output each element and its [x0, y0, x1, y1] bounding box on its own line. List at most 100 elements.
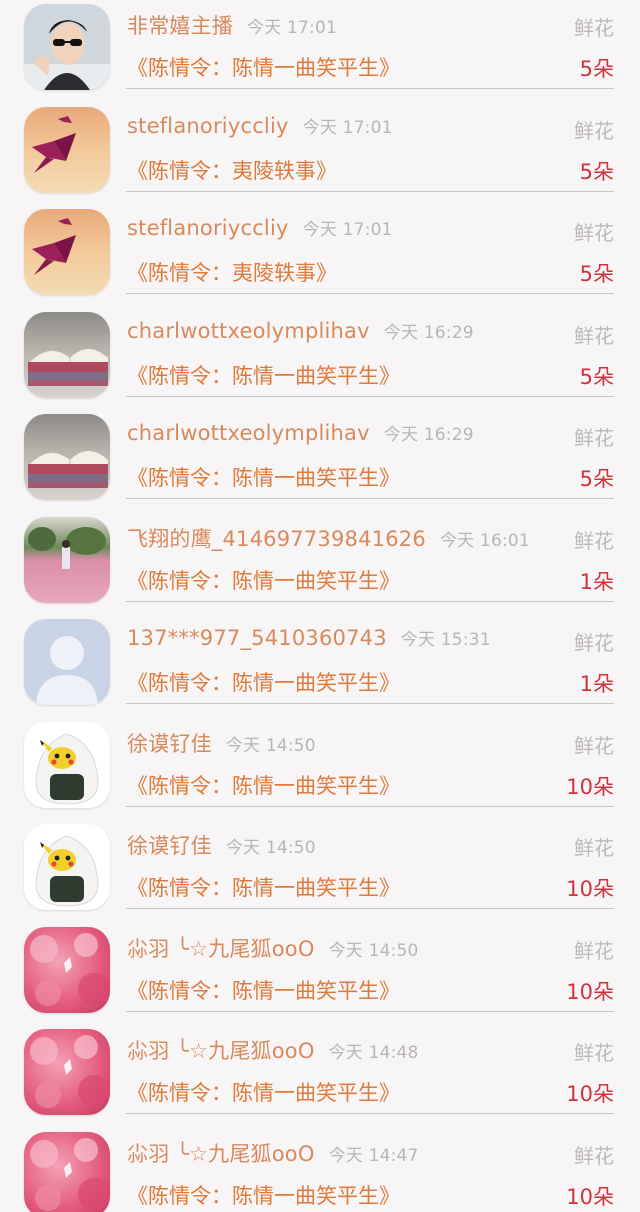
user-name-line: charlwottxeolymplihav 今天 16:29: [127, 318, 474, 343]
gift-count: 10朵: [566, 979, 614, 1004]
book-title-link[interactable]: 《陈情令：陈情一曲笑平生》: [127, 52, 400, 82]
user-avatar[interactable]: [24, 106, 110, 193]
gift-record-row[interactable]: steflanoriyccliy 今天 17:01 鲜花 《陈情令：夷陵轶事》 5…: [0, 205, 640, 307]
gift-time: 今天 16:29: [383, 425, 474, 445]
gift-type-label: 鲜花: [574, 1041, 614, 1065]
user-avatar[interactable]: [24, 824, 110, 910]
book-title-link[interactable]: 《陈情令：陈情一曲笑平生》: [127, 667, 400, 697]
book-title-link[interactable]: 《陈情令：陈情一曲笑平生》: [127, 1180, 400, 1210]
gift-type-label: 鲜花: [574, 1143, 614, 1168]
book-title-link[interactable]: 《陈情令：陈情一曲笑平生》: [127, 1077, 400, 1107]
books-avatar-image: [24, 414, 110, 500]
row-divider: [126, 600, 614, 602]
user-name[interactable]: steflanoriyccliy: [127, 216, 289, 240]
gift-type-label: 鲜花: [574, 836, 614, 860]
gift-type-label: 鲜花: [574, 938, 614, 963]
gift-count: 5朵: [579, 364, 614, 389]
gift-time: 今天 14:47: [328, 1145, 419, 1166]
book-title-link[interactable]: 《陈情令：陈情一曲笑平生》: [127, 462, 400, 492]
user-avatar[interactable]: [24, 4, 110, 90]
crane-avatar-image: [24, 209, 110, 295]
user-name[interactable]: 飞翔的鹰_414697739841626: [127, 527, 426, 551]
user-name[interactable]: steflanoriyccliy: [127, 114, 289, 138]
row-divider: [126, 805, 614, 807]
gift-count: 5朵: [579, 159, 614, 184]
user-name-line: 徐谟钌佳 今天 14:50: [127, 728, 316, 758]
row-divider: [126, 190, 614, 192]
book-title-link[interactable]: 《陈情令：陈情一曲笑平生》: [127, 360, 400, 390]
gift-type-label: 鲜花: [574, 631, 614, 655]
user-name[interactable]: 非常嬉主播: [127, 14, 233, 38]
book-title-link[interactable]: 《陈情令：陈情一曲笑平生》: [127, 565, 400, 595]
user-avatar[interactable]: [24, 311, 110, 398]
gift-time: 今天 17:01: [302, 117, 393, 138]
pink-blossom-avatar-image: [24, 1029, 110, 1115]
user-avatar[interactable]: [24, 209, 110, 295]
row-divider: [126, 498, 614, 499]
user-name-line: 尛羽 ╰☆九尾狐ooO 今天 14:50: [127, 933, 419, 963]
gift-count: 5朵: [579, 262, 614, 286]
book-title-link[interactable]: 《陈情令：夷陵轶事》: [127, 257, 337, 287]
user-name[interactable]: 尛羽 ╰☆九尾狐ooO: [127, 1142, 315, 1166]
gift-type-label: 鲜花: [574, 16, 614, 40]
user-name-line: 尛羽 ╰☆九尾狐ooO 今天 14:48: [127, 1035, 419, 1065]
book-title-link[interactable]: 《陈情令：陈情一曲笑平生》: [127, 770, 400, 800]
gift-count: 10朵: [566, 877, 614, 901]
gift-record-row[interactable]: 徐谟钌佳 今天 14:50 鲜花 《陈情令：陈情一曲笑平生》 10朵: [0, 718, 640, 820]
gift-record-row[interactable]: 尛羽 ╰☆九尾狐ooO 今天 14:48 鲜花 《陈情令：陈情一曲笑平生》 10朵: [0, 1025, 640, 1127]
user-avatar[interactable]: [24, 619, 110, 705]
user-name[interactable]: charlwottxeolymplihav: [127, 319, 370, 343]
gift-record-row[interactable]: 非常嬉主播 今天 17:01 鲜花 《陈情令：陈情一曲笑平生》 5朵: [0, 0, 640, 102]
gift-type-label: 鲜花: [574, 118, 614, 143]
gift-count: 10朵: [566, 774, 614, 799]
gift-time: 今天 14:50: [225, 735, 316, 756]
row-divider: [126, 1113, 614, 1114]
user-name[interactable]: 尛羽 ╰☆九尾狐ooO: [127, 1039, 315, 1063]
gift-type-label: 鲜花: [574, 221, 614, 245]
user-avatar[interactable]: [24, 721, 110, 808]
user-avatar[interactable]: [24, 516, 110, 603]
gift-record-row[interactable]: 徐谟钌佳 今天 14:50 鲜花 《陈情令：陈情一曲笑平生》 10朵: [0, 820, 640, 922]
gift-record-row[interactable]: charlwottxeolymplihav 今天 16:29 鲜花 《陈情令：陈情…: [0, 410, 640, 512]
user-name-line: 飞翔的鹰_414697739841626 今天 16:01: [127, 523, 530, 553]
user-name[interactable]: 尛羽 ╰☆九尾狐ooO: [127, 937, 315, 961]
default-person-avatar-image: [24, 619, 110, 705]
user-avatar[interactable]: [24, 926, 110, 1013]
book-title-link[interactable]: 《陈情令：陈情一曲笑平生》: [127, 872, 400, 902]
user-avatar[interactable]: [24, 1131, 110, 1212]
gift-count: 5朵: [579, 57, 614, 81]
gift-time: 今天 16:01: [439, 530, 530, 551]
user-name[interactable]: 徐谟钌佳: [127, 732, 212, 756]
book-title-link[interactable]: 《陈情令：陈情一曲笑平生》: [127, 975, 400, 1005]
man-sunglasses-avatar-image: [24, 4, 110, 90]
crane-avatar-image: [24, 106, 110, 193]
user-name-line: 徐谟钌佳 今天 14:50: [127, 830, 316, 860]
pikachu-onigiri-avatar-image: [24, 721, 110, 808]
user-name[interactable]: 徐谟钌佳: [127, 834, 212, 858]
gift-record-row[interactable]: 137***977_5410360743 今天 15:31 鲜花 《陈情令：陈情一…: [0, 615, 640, 717]
gift-count: 1朵: [579, 672, 614, 696]
books-avatar-image: [24, 311, 110, 398]
gift-time: 今天 16:29: [383, 322, 474, 343]
gift-type-label: 鲜花: [574, 733, 614, 758]
gift-record-row[interactable]: steflanoriyccliy 今天 17:01 鲜花 《陈情令：夷陵轶事》 5…: [0, 103, 640, 205]
user-avatar[interactable]: [24, 1029, 110, 1115]
user-name-line: 尛羽 ╰☆九尾狐ooO 今天 14:47: [127, 1138, 419, 1168]
book-title-link[interactable]: 《陈情令：夷陵轶事》: [127, 155, 337, 185]
gift-type-label: 鲜花: [574, 323, 614, 348]
user-avatar[interactable]: [24, 414, 110, 500]
pikachu-onigiri-avatar-image: [24, 824, 110, 910]
gift-count: 10朵: [566, 1082, 614, 1106]
row-divider: [126, 395, 614, 397]
gift-record-row[interactable]: charlwottxeolymplihav 今天 16:29 鲜花 《陈情令：陈情…: [0, 308, 640, 410]
user-name-line: 非常嬉主播 今天 17:01: [127, 10, 337, 40]
user-name[interactable]: charlwottxeolymplihav: [127, 421, 370, 445]
pink-blossom-avatar-image: [24, 926, 110, 1013]
gift-record-row[interactable]: 飞翔的鹰_414697739841626 今天 16:01 鲜花 《陈情令：陈情一…: [0, 513, 640, 615]
gift-time: 今天 15:31: [400, 630, 491, 650]
gift-record-row[interactable]: 尛羽 ╰☆九尾狐ooO 今天 14:50 鲜花 《陈情令：陈情一曲笑平生》 10朵: [0, 923, 640, 1025]
user-name[interactable]: 137***977_5410360743: [127, 626, 387, 650]
gift-record-row[interactable]: 尛羽 ╰☆九尾狐ooO 今天 14:47 鲜花 《陈情令：陈情一曲笑平生》 10朵: [0, 1128, 640, 1212]
gift-time: 今天 14:50: [328, 940, 419, 961]
gift-count: 10朵: [566, 1184, 614, 1209]
